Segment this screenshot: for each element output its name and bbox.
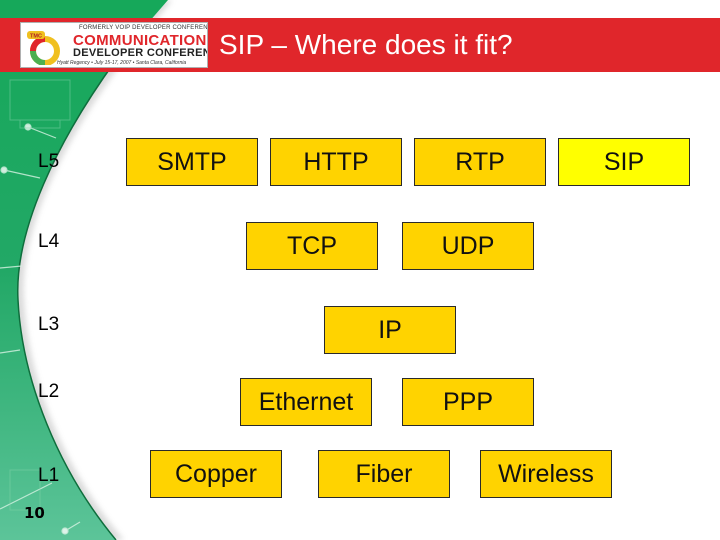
protocol-box-rtp: RTP <box>414 138 546 186</box>
slide-title: SIP – Where does it fit? <box>219 29 513 60</box>
protocol-box-ethernet: Ethernet <box>240 378 372 426</box>
protocol-box-ppp: PPP <box>402 378 534 426</box>
protocol-box-fiber: Fiber <box>318 450 450 498</box>
logo-tagline: FORMERLY VOIP DEVELOPER CONFERENCE <box>79 25 208 31</box>
slide-number: 10 <box>24 504 45 522</box>
protocol-box-smtp: SMTP <box>126 138 258 186</box>
layer-label-l1: L1 <box>38 465 60 486</box>
protocol-box-copper: Copper <box>150 450 282 498</box>
conference-logo: TMC FORMERLY VOIP DEVELOPER CONFERENCE C… <box>20 22 208 68</box>
svg-text:TMC: TMC <box>30 34 42 40</box>
protocol-box-wireless: Wireless <box>480 450 612 498</box>
protocol-box-http: HTTP <box>270 138 402 186</box>
layer-label-l2: L2 <box>38 381 60 402</box>
logo-line2: DEVELOPER CONFERENCE <box>73 47 207 59</box>
protocol-box-tcp: TCP <box>246 222 378 270</box>
layer-label-l4: L4 <box>38 231 60 252</box>
protocol-box-ip: IP <box>324 306 456 354</box>
layer-label-l3: L3 <box>38 314 60 335</box>
layer-label-l5: L5 <box>38 151 60 172</box>
protocol-box-udp: UDP <box>402 222 534 270</box>
protocol-box-sip: SIP <box>558 138 690 186</box>
logo-venue: Hyatt Regency • July 15-17, 2007 • Santa… <box>57 60 187 66</box>
